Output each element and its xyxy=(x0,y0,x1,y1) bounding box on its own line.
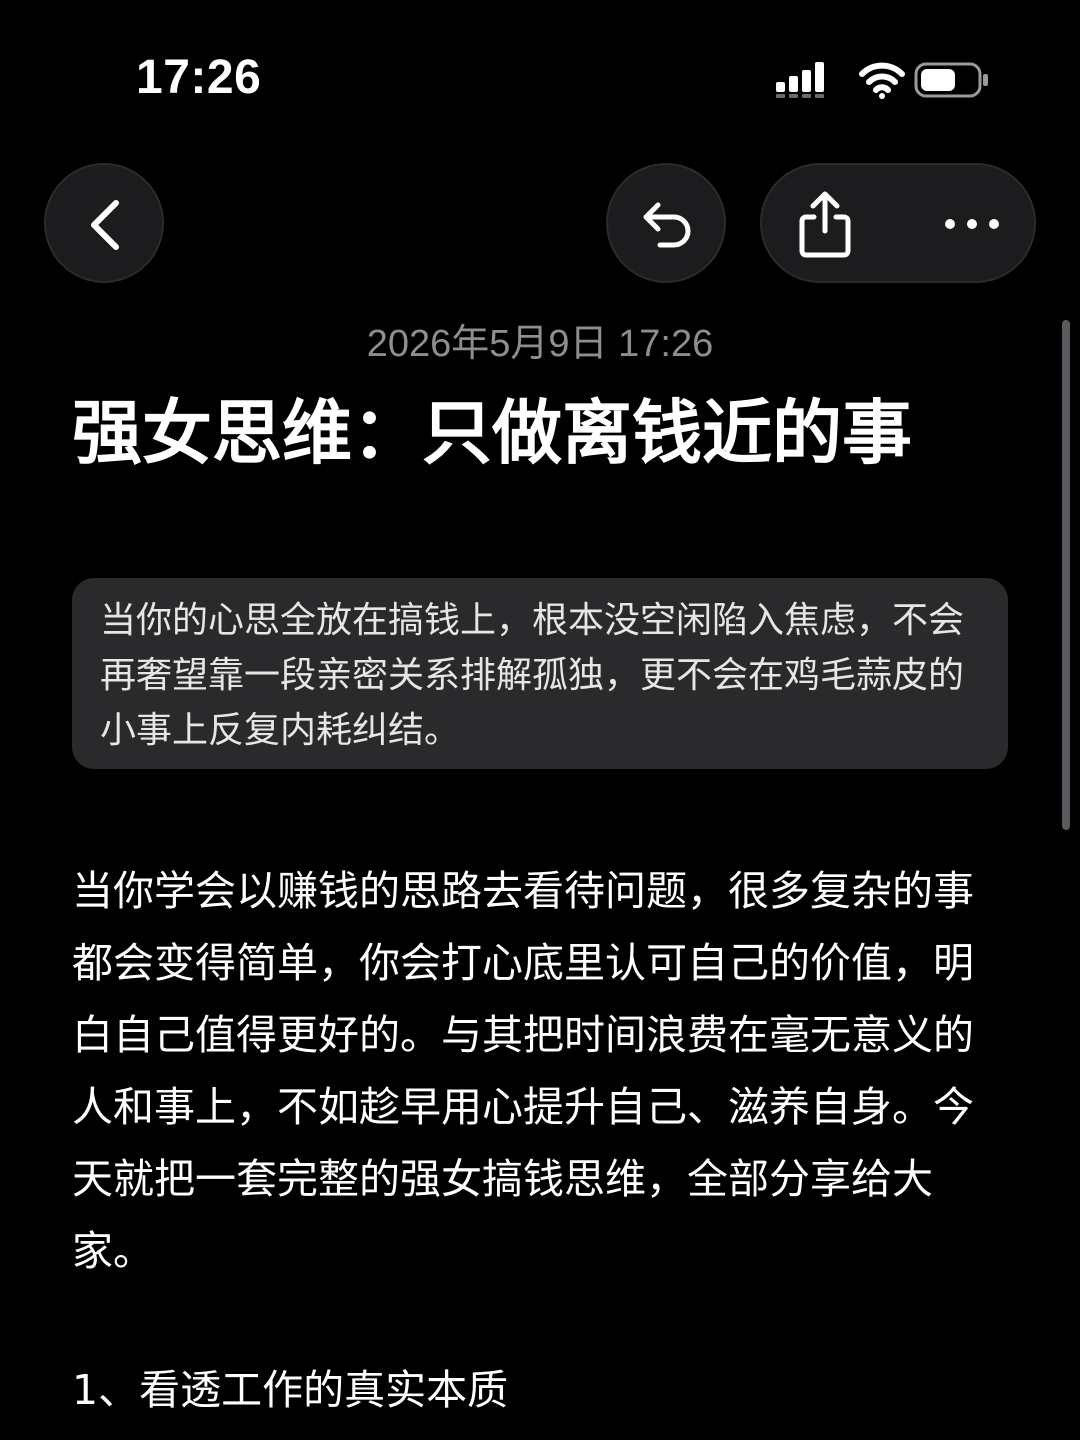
signal-icon xyxy=(776,62,824,98)
section-heading[interactable]: 1、看透工作的真实本质 xyxy=(72,1360,1002,1420)
scrollbar[interactable] xyxy=(1062,320,1070,830)
wifi-icon xyxy=(859,62,905,99)
status-time: 17:26 xyxy=(136,51,262,104)
chevron-left-icon xyxy=(91,200,119,250)
undo-icon xyxy=(643,202,691,248)
quote-text: 当你的心思全放在搞钱上，根本没空闲陷入焦虑，不会再奢望靠一段亲密关系排解孤独，更… xyxy=(100,600,965,751)
share-icon[interactable] xyxy=(792,189,858,259)
note-date: 2026年5月9日 17:26 xyxy=(366,323,714,365)
undo-button[interactable] xyxy=(606,163,726,283)
body-paragraph[interactable]: 当你学会以赚钱的思路去看待问题，很多复杂的事都会变得简单，你会打心底里认可自己的… xyxy=(72,855,1002,1287)
back-button[interactable] xyxy=(44,163,164,283)
note-title[interactable]: 强女思维：只做离钱近的事 xyxy=(72,388,1032,478)
more-icon[interactable] xyxy=(942,211,1002,237)
status-bar: 17:26 xyxy=(0,0,1080,160)
action-group xyxy=(760,163,1036,283)
quote-block[interactable]: 当你的心思全放在搞钱上，根本没空闲陷入焦虑，不会再奢望靠一段亲密关系排解孤独，更… xyxy=(72,578,1008,769)
battery-icon xyxy=(914,62,988,98)
